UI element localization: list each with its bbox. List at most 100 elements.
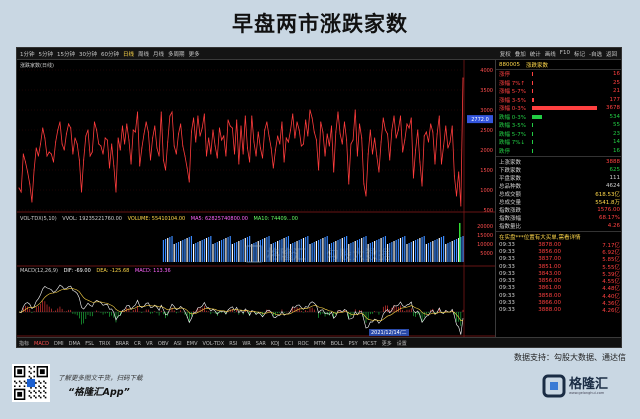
distribution-bar-track	[532, 148, 597, 153]
breadth-point	[382, 117, 384, 119]
distribution-row: 跌幅 5-7% 23	[496, 130, 621, 139]
chart-area[interactable]: 4000 3500 3000 2500 2000 1500 1000 500 2772.0 200…	[17, 60, 495, 337]
period-tab-9[interactable]: 更多	[189, 50, 200, 58]
toolbar-action-1[interactable]: 叠加	[515, 50, 526, 58]
period-tab-2[interactable]: 15分钟	[57, 50, 75, 58]
toolbar-action-5[interactable]: 标记	[574, 50, 585, 58]
indicator-tab-23[interactable]: 更多	[382, 340, 392, 347]
breadth-point	[119, 149, 121, 151]
indicator-tab-1[interactable]: MACD	[34, 341, 49, 347]
volume-bar	[455, 239, 458, 262]
breadth-point	[343, 121, 346, 123]
last-value-label: 2772.0	[471, 117, 489, 123]
indicator-tab-11[interactable]: EMV	[187, 341, 198, 347]
period-tab-4[interactable]: 60分钟	[101, 50, 119, 58]
indicator-tab-4[interactable]: FSL	[85, 341, 94, 347]
breadth-point	[387, 133, 389, 135]
toolbar-action-2[interactable]: 统计	[530, 50, 541, 58]
vol-tick-label: 10000	[477, 242, 493, 248]
tick-value: 3858.00	[538, 292, 561, 299]
distribution-row: 涨幅 3-5% 177	[496, 96, 621, 105]
toolbar-action-0[interactable]: 复权	[500, 50, 511, 58]
indicator-tab-21[interactable]: PSY	[348, 341, 357, 347]
download-tip: 了解更多图文干货，扫码下载	[58, 374, 143, 382]
indicator-tab-bar: 指标 MACD DMI DMA FSL TRIX BRAR CR VR OBV ASI EMV VOL-…	[17, 337, 621, 347]
period-tab-3[interactable]: 30分钟	[79, 50, 97, 58]
breadth-point	[300, 145, 302, 147]
volume-bar	[462, 236, 464, 262]
y-tick-label: 1500	[480, 168, 493, 174]
indicator-tab-10[interactable]: ASI	[174, 341, 182, 347]
indicator-tab-12[interactable]: VOL-TDX	[203, 341, 225, 347]
tick-list: 09:33 3878.00 7.17亿 09:33 3856.00 6.92亿 09:33 3…	[496, 241, 621, 315]
period-tab-8[interactable]: 多周期	[168, 50, 185, 58]
distribution-bar	[532, 97, 534, 102]
breadth-point	[391, 129, 393, 131]
period-tab-0[interactable]: 1分钟	[20, 50, 35, 58]
breadth-point	[341, 143, 343, 145]
breadth-point	[72, 153, 74, 155]
breadth-point	[451, 125, 453, 127]
breadth-point	[115, 191, 117, 193]
indicator-tab-13[interactable]: RSI	[229, 341, 237, 347]
watermark-brand: 格隆汇	[267, 248, 307, 263]
toolbar-action-3[interactable]: 画线	[545, 50, 556, 58]
volume-bar	[162, 240, 165, 262]
breadth-point	[104, 137, 106, 139]
toolbar-action-6[interactable]: -自选	[589, 50, 602, 58]
distribution-bar-track	[532, 114, 597, 119]
tick-value: 3851.00	[538, 263, 561, 270]
breadth-point	[290, 129, 292, 131]
period-tab-6[interactable]: 周线	[138, 50, 149, 58]
breadth-point	[212, 129, 214, 131]
breadth-point	[83, 159, 85, 161]
breadth-point	[193, 117, 195, 119]
volume-bar	[225, 238, 227, 262]
indicator-tab-7[interactable]: CR	[134, 341, 141, 347]
stat-label: 指数涨跌	[499, 208, 522, 214]
period-tab-5[interactable]: 日线	[123, 50, 134, 58]
breadth-point	[399, 115, 402, 117]
watermark-logo-icon	[245, 244, 263, 263]
toolbar-action-7[interactable]: 返回	[606, 50, 617, 58]
indicator-tab-9[interactable]: OBV	[158, 341, 169, 347]
y-tick-label: 4000	[480, 68, 493, 74]
indicator-tab-18[interactable]: ROC	[298, 341, 309, 347]
y-tick-label: 500	[483, 208, 493, 214]
indicator-tab-19[interactable]: MTM	[314, 341, 326, 347]
qr-code-icon	[12, 364, 50, 402]
distribution-value: 25	[613, 79, 620, 86]
indicator-tab-8[interactable]: VR	[146, 341, 153, 347]
volume-bar	[412, 241, 415, 262]
breadth-point	[445, 125, 447, 127]
indicator-tab-22[interactable]: MCST	[363, 341, 377, 347]
brand-logo: 格隆汇 www.gelonghui.com	[542, 374, 608, 398]
breadth-point	[453, 175, 455, 177]
indicator-tab-5[interactable]: TRIX	[99, 341, 110, 347]
indicator-tab-17[interactable]: CCI	[285, 341, 293, 347]
toolbar-action-4[interactable]: F10	[560, 50, 570, 58]
breadth-point	[173, 145, 175, 147]
indicator-tab-6[interactable]: BRAR	[115, 341, 129, 347]
period-tab-7[interactable]: 月线	[153, 50, 164, 58]
breadth-point	[363, 183, 365, 185]
breadth-point	[236, 119, 238, 121]
indicator-tab-0[interactable]: 指标	[19, 340, 29, 347]
breadth-point	[27, 171, 29, 173]
indicator-tab-3[interactable]: DMA	[69, 341, 81, 347]
distribution-value: 21	[613, 88, 620, 95]
breadth-point	[255, 155, 257, 157]
indicator-tab-14[interactable]: WR	[242, 341, 250, 347]
indicator-tab-16[interactable]: KDJ	[271, 341, 280, 347]
volume-bar	[188, 237, 190, 262]
period-tab-1[interactable]: 5分钟	[39, 50, 54, 58]
stat-value: 618.53亿	[595, 192, 620, 198]
indicator-tab-15[interactable]: SAR	[256, 341, 266, 347]
breadth-point	[74, 137, 76, 139]
breadth-point	[348, 183, 350, 185]
vol-item-0: VVOL: 19235221760.00	[62, 216, 122, 222]
indicator-tab-2[interactable]: DMI	[54, 341, 64, 347]
indicator-tab-20[interactable]: BOLL	[331, 341, 344, 347]
breadth-point	[246, 147, 249, 149]
indicator-tab-24[interactable]: 设置	[397, 340, 407, 347]
